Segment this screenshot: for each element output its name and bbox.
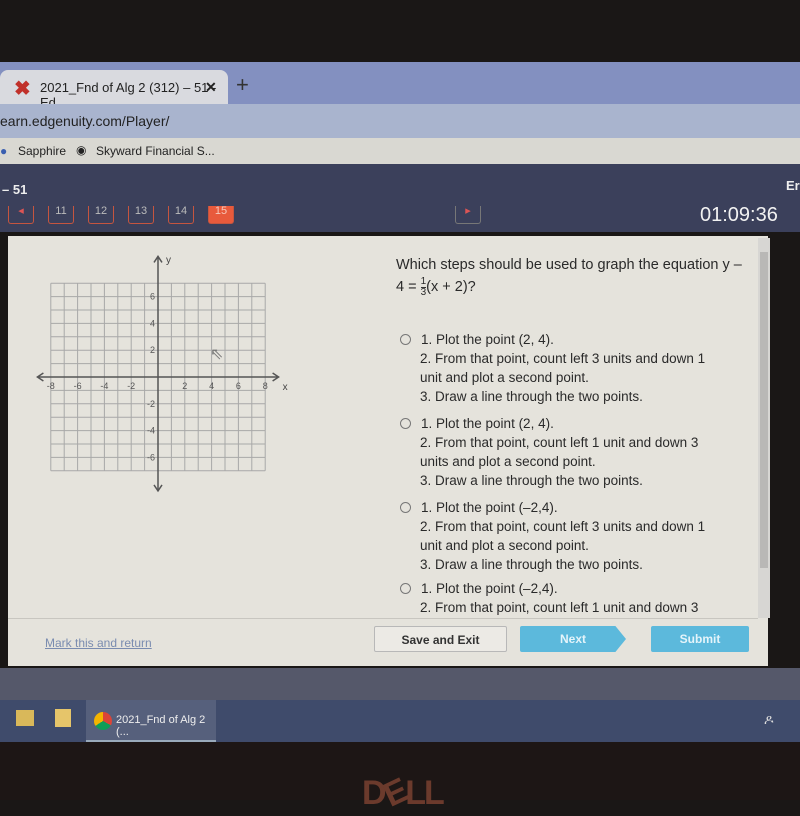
radio-button[interactable]	[400, 583, 411, 594]
option-line: 2. From that point, count left 1 unit an…	[420, 435, 699, 450]
dell-logo: DELL	[362, 771, 445, 815]
option-line: 3. Draw a line through the two points.	[420, 473, 643, 488]
scrollbar-thumb[interactable]	[760, 252, 768, 568]
new-tab-icon[interactable]: +	[236, 72, 249, 98]
x-tick-label: -2	[127, 381, 135, 391]
bookmarks-bar: ● Sapphire ◉ Skyward Financial S...	[0, 138, 800, 164]
y-tick-label: -4	[147, 426, 155, 436]
store-icon[interactable]	[55, 709, 71, 727]
x-axis-label: x	[283, 382, 288, 393]
save-and-exit-button[interactable]: Save and Exit	[374, 626, 507, 652]
x-tick-label: 6	[236, 381, 241, 391]
question-14[interactable]: 14	[168, 206, 194, 224]
next-question-arrow[interactable]: ▸	[455, 206, 481, 224]
question-12[interactable]: 12	[88, 206, 114, 224]
chrome-icon	[94, 712, 112, 730]
option-line: 1. Plot the point (2, 4).	[421, 416, 554, 431]
option-line: units and plot a second point.	[420, 454, 596, 469]
option-line: 2. From that point, count left 1 unit an…	[420, 600, 699, 615]
taskbar-chrome-item[interactable]: 2021_Fnd of Alg 2 (...	[86, 700, 216, 742]
option-line: 2. From that point, count left 3 units a…	[420, 351, 706, 366]
player-header: – 51 Er 01:09:36	[0, 164, 800, 232]
question-text: Which steps should be used to graph the …	[396, 254, 756, 298]
people-icon[interactable]: ዶ	[764, 712, 774, 728]
question-11[interactable]: 11	[48, 206, 74, 224]
globe-icon: ◉	[76, 143, 87, 157]
option-line: 3. Draw a line through the two points.	[420, 557, 643, 572]
y-tick-label: 4	[150, 318, 155, 328]
question-15-current[interactable]: 15	[208, 206, 234, 224]
next-button[interactable]: Next	[520, 626, 626, 652]
option-line: unit and plot a second point.	[420, 370, 589, 385]
address-bar[interactable]: earn.edgenuity.com/Player/	[0, 104, 800, 138]
laptop-bezel: DELL	[0, 742, 800, 815]
answer-option-1[interactable]: 1. Plot the point (2, 4). 2. From that p…	[400, 330, 730, 406]
prev-question-arrow[interactable]: ◂	[8, 206, 34, 224]
option-line: 3. Draw a line through the two points.	[420, 389, 643, 404]
answer-option-4[interactable]: 1. Plot the point (–2,4). 2. From that p…	[400, 579, 730, 617]
radio-button[interactable]	[400, 418, 411, 429]
option-line: 2. From that point, count left 3 units a…	[420, 519, 706, 534]
coordinate-grid: -8 -6 -4 -2 2 4 6 8 6 4 2 -2 -4 -6 x y	[36, 255, 288, 493]
answer-option-3[interactable]: 1. Plot the point (–2,4). 2. From that p…	[400, 498, 730, 574]
taskbar: 2021_Fnd of Alg 2 (... ዶ	[0, 700, 800, 742]
mark-and-return-link[interactable]: Mark this and return	[45, 636, 152, 650]
answer-option-2[interactable]: 1. Plot the point (2, 4). 2. From that p…	[400, 414, 730, 490]
option-line: 1. Plot the point (–2,4).	[421, 581, 558, 596]
y-axis-label: y	[166, 255, 171, 266]
sapphire-icon: ●	[0, 144, 8, 158]
x-tick-label: -8	[47, 381, 55, 391]
question-line-1: Which steps should be used to graph the …	[396, 257, 742, 273]
bookmark-skyward[interactable]: Skyward Financial S...	[96, 144, 215, 158]
equation-prefix: 4 =	[396, 279, 417, 295]
y-tick-label: 2	[150, 345, 155, 355]
y-tick-label: -2	[147, 399, 155, 409]
y-tick-label: 6	[150, 292, 155, 302]
lesson-title: – 51	[2, 182, 28, 197]
file-explorer-icon[interactable]	[16, 710, 34, 726]
url-text: earn.edgenuity.com/Player/	[0, 113, 170, 129]
header-right-text: Er	[786, 178, 800, 193]
equation-suffix: (x + 2)?	[426, 279, 476, 295]
close-tab-icon[interactable]: ✕	[205, 79, 217, 96]
edgenuity-favicon-icon: ✖	[14, 78, 31, 100]
timer: 01:09:36	[700, 204, 778, 226]
taskbar-item-label: 2021_Fnd of Alg 2 (...	[116, 714, 206, 738]
y-tick-label: -6	[147, 452, 155, 462]
question-13[interactable]: 13	[128, 206, 154, 224]
radio-button[interactable]	[400, 502, 411, 513]
page-background	[0, 668, 800, 700]
divider	[8, 618, 758, 619]
option-line: 1. Plot the point (2, 4).	[421, 332, 554, 347]
option-line: 1. Plot the point (–2,4).	[421, 500, 558, 515]
x-tick-label: 2	[182, 381, 187, 391]
x-tick-label: -6	[74, 381, 82, 391]
bookmark-sapphire[interactable]: Sapphire	[18, 144, 66, 158]
radio-button[interactable]	[400, 334, 411, 345]
browser-tab[interactable]: 2021_Fnd of Alg 2 (312) – 51 - Ed	[0, 70, 228, 110]
mouse-cursor-icon: ⇖	[210, 346, 224, 363]
submit-button[interactable]: Submit	[651, 626, 749, 652]
option-line: unit and plot a second point.	[420, 538, 589, 553]
x-tick-label: -4	[100, 381, 108, 391]
x-tick-label: 4	[209, 381, 214, 391]
x-tick-label: 8	[263, 381, 268, 391]
equation: 4 = 1 3 (x + 2)?	[396, 276, 756, 298]
